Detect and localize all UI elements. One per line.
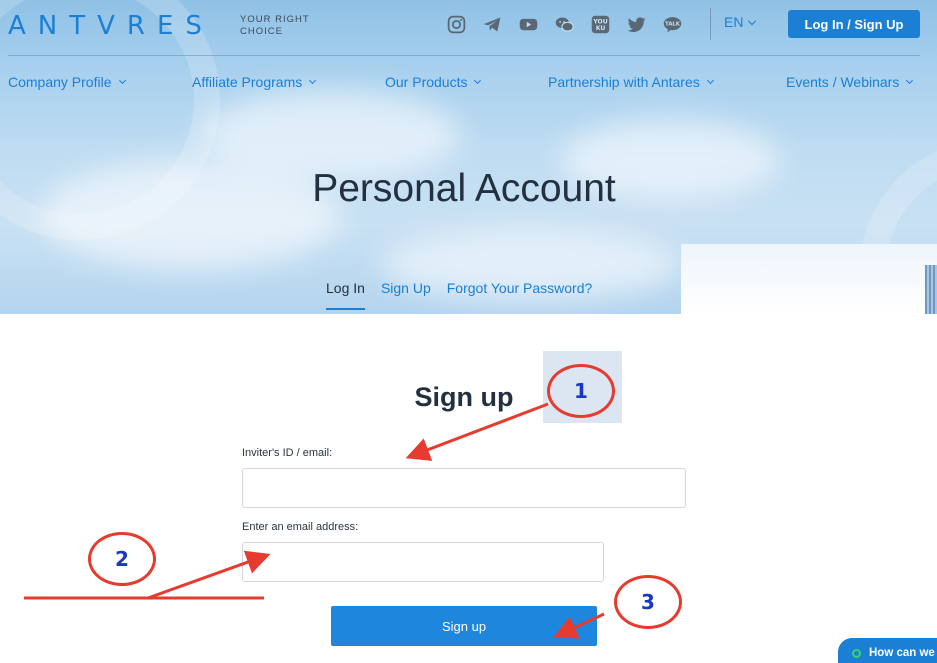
page-title: Personal Account <box>312 167 616 210</box>
nav-item-label: Our Products <box>385 74 468 90</box>
chevron-down-icon <box>309 76 317 85</box>
nav-item-label: Events / Webinars <box>786 74 900 90</box>
chat-widget-label: How can we <box>869 647 935 659</box>
wechat-icon[interactable] <box>553 13 576 35</box>
form-title: Sign up <box>414 382 514 412</box>
nav-item-events-webinars[interactable]: Events / Webinars <box>786 74 914 90</box>
instagram-icon[interactable] <box>445 13 468 35</box>
tower-image <box>925 265 937 314</box>
svg-text:KU: KU <box>596 25 606 32</box>
online-status-icon <box>852 648 861 658</box>
telegram-icon[interactable] <box>481 13 504 35</box>
nav-item-label: Company Profile <box>8 74 112 90</box>
email-field-label: Enter an email address: <box>242 521 359 533</box>
nav-item-label: Partnership with Antares <box>548 74 700 90</box>
chevron-down-icon <box>706 76 714 85</box>
language-selector[interactable]: EN <box>724 14 757 30</box>
chevron-down-icon <box>906 76 914 85</box>
nav-item-company-profile[interactable]: Company Profile <box>8 74 126 90</box>
svg-text:TALK: TALK <box>665 21 681 27</box>
chat-widget-button[interactable]: How can we <box>838 638 937 663</box>
step-1-marker: 1 <box>547 364 615 418</box>
language-label: EN <box>724 14 744 30</box>
nav-item-label: Affiliate Programs <box>192 74 303 90</box>
nav-item-partnership[interactable]: Partnership with Antares <box>548 74 714 90</box>
nav-item-affiliate-programs[interactable]: Affiliate Programs <box>192 74 317 90</box>
tab-sign-up[interactable]: Sign Up <box>381 280 431 310</box>
login-signup-button[interactable]: Log In / Sign Up <box>788 10 920 38</box>
brand-logo[interactable]: ANTVRES <box>8 12 214 40</box>
twitter-icon[interactable] <box>625 13 648 35</box>
social-links: YOU KU TALK <box>445 13 684 35</box>
chevron-down-icon <box>748 16 757 25</box>
main-nav: Company Profile Affiliate Programs Our P… <box>8 74 923 94</box>
nav-item-our-products[interactable]: Our Products <box>385 74 482 90</box>
header-separator <box>8 55 920 56</box>
sign-up-submit-button[interactable]: Sign up <box>331 606 597 646</box>
tab-forgot-password[interactable]: Forgot Your Password? <box>447 280 593 310</box>
youku-icon[interactable]: YOU KU <box>589 13 612 35</box>
inviter-id-input[interactable] <box>242 468 686 508</box>
youtube-icon[interactable] <box>517 13 540 35</box>
tab-log-in[interactable]: Log In <box>326 280 365 310</box>
inviter-field-label: Inviter's ID / email: <box>242 447 333 459</box>
header-divider <box>710 8 711 40</box>
account-tabs: Log In Sign Up Forgot Your Password? <box>326 280 592 310</box>
building-image <box>681 244 937 314</box>
kakaotalk-icon[interactable]: TALK <box>661 13 684 35</box>
hero-banner: ANTVRES YOUR RIGHT CHOICE YOU KU TALK EN … <box>0 0 937 314</box>
step-3-marker: 3 <box>614 575 682 629</box>
step-2-marker: 2 <box>88 532 156 586</box>
chevron-down-icon <box>474 76 482 85</box>
email-input[interactable] <box>242 542 604 582</box>
chevron-down-icon <box>118 76 126 85</box>
brand-tagline: YOUR RIGHT CHOICE <box>240 14 310 37</box>
